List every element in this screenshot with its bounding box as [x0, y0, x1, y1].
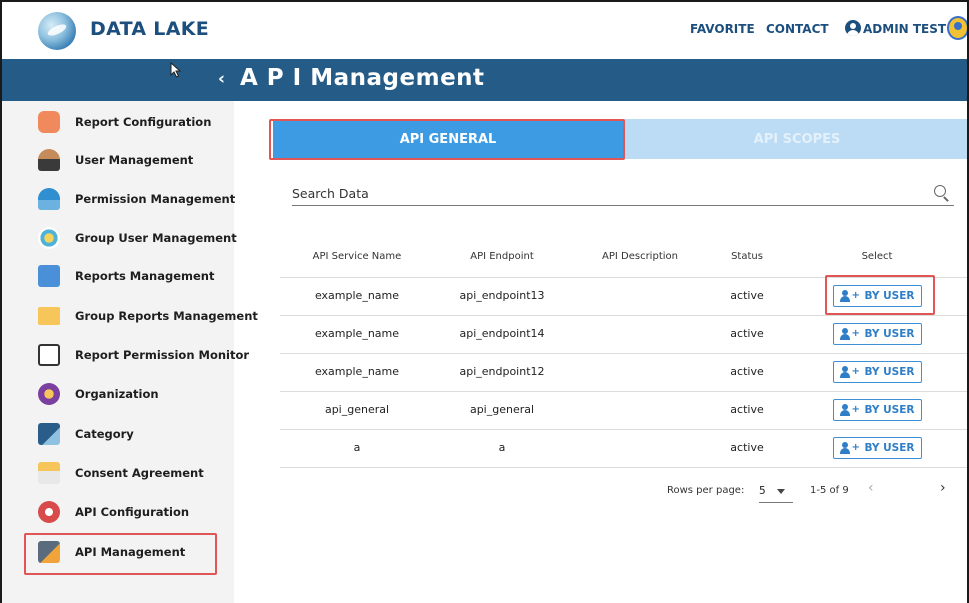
contact-link[interactable]: CONTACT	[766, 22, 829, 36]
user-management-icon	[38, 149, 60, 171]
user-name-link[interactable]: ADMIN TEST	[863, 22, 946, 36]
column-header-service-name[interactable]: API Service Name	[292, 251, 422, 262]
sidebar-item-label: Group User Management	[75, 231, 237, 245]
cell-endpoint: api_endpoint14	[459, 327, 545, 340]
sidebar-item-label: Reports Management	[75, 269, 215, 283]
sidebar-item-group-user-management[interactable]: Group User Management	[24, 221, 237, 255]
sidebar-item-label: Group Reports Management	[75, 309, 258, 323]
row-divider	[280, 315, 967, 316]
consent-icon	[38, 462, 60, 484]
brand-name[interactable]: DATA LAKE	[90, 18, 209, 40]
by-user-label: BY USER	[864, 366, 915, 378]
sidebar-item-label: Report Permission Monitor	[75, 348, 250, 362]
cell-status: active	[730, 289, 764, 302]
by-user-button[interactable]: + BY USER	[833, 399, 922, 421]
highlight-box	[825, 275, 935, 315]
cell-endpoint: api_general	[469, 403, 535, 416]
tab-api-scopes[interactable]: API SCOPES	[623, 119, 967, 159]
sidebar-item-permission-management[interactable]: Permission Management	[24, 182, 235, 216]
sidebar-item-label: Consent Agreement	[75, 466, 204, 480]
prev-page-icon[interactable]: ‹	[868, 480, 874, 496]
cell-service-name: example_name	[314, 289, 400, 302]
row-divider	[280, 429, 967, 430]
sidebar-item-label: Organization	[75, 387, 159, 401]
search-input[interactable]	[292, 182, 922, 204]
add-user-icon: +	[840, 328, 860, 340]
sidebar-item-label: Report Configuration	[75, 115, 212, 129]
column-header-description[interactable]: API Description	[580, 251, 700, 262]
sidebar-item-organization[interactable]: Organization	[24, 377, 229, 411]
sidebar-item-user-management[interactable]: User Management	[24, 143, 229, 177]
app-window: DATA LAKE FAVORITE CONTACT ADMIN TEST ‹ …	[0, 0, 969, 603]
rows-per-page-label: Rows per page:	[667, 485, 745, 496]
top-header: DATA LAKE FAVORITE CONTACT ADMIN TEST	[2, 2, 967, 59]
next-page-icon[interactable]: ›	[940, 480, 946, 496]
by-user-label: BY USER	[864, 442, 915, 454]
add-user-icon: +	[840, 366, 860, 378]
cell-service-name: example_name	[314, 365, 400, 378]
add-user-icon: +	[840, 404, 860, 416]
highlight-box	[269, 119, 625, 160]
column-header-endpoint[interactable]: API Endpoint	[442, 251, 562, 262]
sidebar-item-report-permission-monitor[interactable]: Report Permission Monitor	[24, 338, 249, 372]
report-config-icon	[38, 111, 60, 133]
account-circle-icon[interactable]	[845, 20, 861, 36]
cell-status: active	[730, 441, 764, 454]
sidebar-item-reports-management[interactable]: Reports Management	[24, 259, 229, 293]
pagination-range: 1-5 of 9	[810, 485, 849, 496]
cell-status: active	[730, 365, 764, 378]
mouse-cursor-icon	[170, 62, 182, 78]
page-title-bar: ‹ A P I Management	[2, 59, 967, 101]
sidebar-item-category[interactable]: Category	[24, 417, 229, 451]
by-user-label: BY USER	[864, 404, 915, 416]
row-divider	[280, 353, 967, 354]
page-title: A P I Management	[240, 65, 485, 91]
organization-icon	[38, 383, 60, 405]
sidebar-item-consent-agreement[interactable]: Consent Agreement	[24, 456, 229, 490]
cell-status: active	[730, 327, 764, 340]
by-user-label: BY USER	[864, 328, 915, 340]
permission-icon	[38, 188, 60, 210]
by-user-button[interactable]: + BY USER	[833, 361, 922, 383]
sidebar: Report Configuration User Management Per…	[2, 101, 258, 603]
sidebar-item-label: API Configuration	[75, 505, 190, 519]
category-icon	[38, 423, 60, 445]
cell-endpoint: api_endpoint13	[459, 289, 545, 302]
sidebar-item-report-configuration[interactable]: Report Configuration	[24, 105, 229, 139]
cell-endpoint: api_endpoint12	[459, 365, 545, 378]
caret-down-icon	[777, 489, 785, 494]
cell-endpoint: a	[498, 441, 506, 454]
row-divider	[280, 467, 967, 468]
sidebar-item-group-reports-management[interactable]: Group Reports Management	[24, 299, 258, 333]
by-user-button[interactable]: + BY USER	[833, 437, 922, 459]
row-divider	[280, 391, 967, 392]
cell-service-name: api_general	[324, 403, 390, 416]
column-header-status[interactable]: Status	[717, 251, 777, 262]
add-user-icon: +	[840, 442, 860, 454]
sidebar-item-label: Permission Management	[75, 192, 236, 206]
rows-per-page-value: 5	[759, 485, 766, 497]
column-header-select: Select	[861, 251, 893, 262]
cell-status: active	[730, 403, 764, 416]
favorite-link[interactable]: FAVORITE	[690, 22, 755, 36]
by-user-button[interactable]: + BY USER	[833, 323, 922, 345]
cell-service-name: example_name	[314, 327, 400, 340]
sidebar-item-label: Category	[75, 427, 134, 441]
reports-icon	[38, 265, 60, 287]
monitor-icon	[38, 344, 60, 366]
avatar[interactable]	[947, 16, 967, 40]
sidebar-item-label: User Management	[75, 153, 194, 167]
highlight-box	[24, 533, 217, 575]
cell-service-name: a	[353, 441, 361, 454]
search-bar	[292, 182, 954, 206]
sidebar-item-api-configuration[interactable]: API Configuration	[24, 495, 229, 529]
search-icon[interactable]	[934, 185, 946, 197]
rows-per-page-select[interactable]: 5	[759, 481, 793, 503]
api-config-icon	[38, 501, 60, 523]
data-lake-logo-icon[interactable]	[38, 12, 76, 50]
group-user-icon	[38, 227, 60, 249]
back-chevron-icon[interactable]: ‹	[218, 69, 225, 89]
folder-icon	[38, 307, 60, 325]
